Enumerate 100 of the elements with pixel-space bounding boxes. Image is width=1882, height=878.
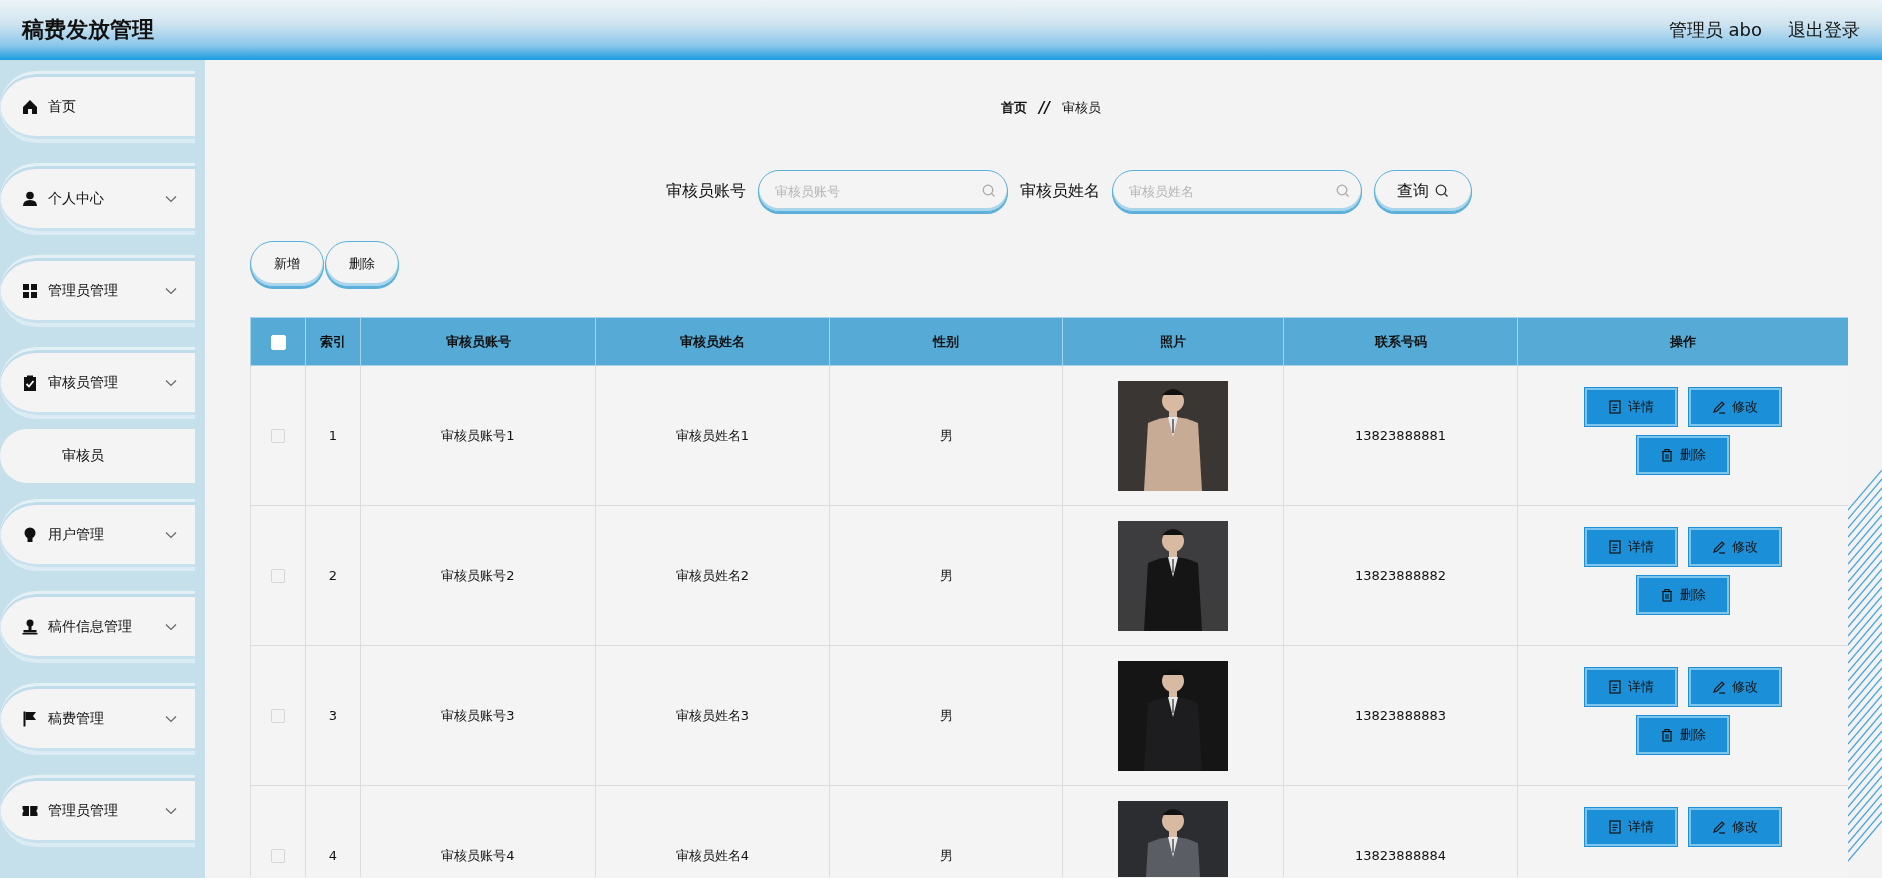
document-icon [1608, 680, 1622, 694]
user-icon [22, 190, 38, 207]
flag-icon [22, 710, 38, 727]
stamp-icon [22, 618, 38, 635]
chevron-down-icon [165, 194, 177, 203]
chevron-down-icon [165, 806, 177, 815]
menu-label: 稿费管理 [48, 709, 105, 728]
chevron-down-icon [165, 378, 177, 387]
table-cell: 3 [328, 708, 338, 723]
menu-item[interactable]: 审核员管理 [0, 347, 195, 419]
column-header: 索引 [305, 317, 361, 366]
trash-icon [1660, 448, 1674, 462]
menu-item[interactable]: 稿件信息管理 [0, 591, 195, 663]
menu-label: 审核员管理 [48, 373, 119, 392]
search-button[interactable]: 查询 [1374, 170, 1472, 212]
action-button[interactable]: 修改 [1689, 528, 1781, 566]
action-button[interactable]: 删除 [1637, 576, 1729, 614]
search-field[interactable]: 审核员姓名 [1112, 170, 1362, 212]
action-button[interactable]: 修改 [1689, 808, 1781, 846]
select-all-checkbox[interactable] [270, 334, 286, 350]
row-checkbox[interactable] [271, 709, 285, 724]
breadcrumb-item[interactable]: 首页 [1001, 99, 1027, 117]
action-button[interactable]: 删除 [1637, 436, 1729, 474]
menu-label: 首页 [48, 97, 77, 116]
action-button[interactable]: 修改 [1689, 388, 1781, 426]
table-cell: 审核员账号3 [441, 707, 515, 723]
table-cell: 2 [328, 568, 338, 583]
search-icon [982, 184, 996, 198]
table-cell: 1 [328, 428, 338, 443]
menu-label: 用户管理 [48, 525, 105, 544]
table-cell: 审核员账号4 [441, 847, 515, 863]
column-header: 照片 [1062, 317, 1284, 366]
field-label: 审核员账号 [666, 180, 746, 202]
table-cell: 13823888884 [1355, 848, 1446, 863]
menu-label: 个人中心 [48, 189, 105, 208]
trash-icon [1660, 728, 1674, 742]
menu-item[interactable]: 个人中心 [0, 163, 195, 235]
table-cell: 审核员姓名1 [675, 427, 750, 443]
table-cell: 审核员姓名4 [675, 847, 750, 863]
document-icon [1608, 400, 1622, 414]
column-header: 操作 [1517, 317, 1848, 366]
column-header: 联系号码 [1283, 317, 1518, 366]
search-icon [1336, 184, 1350, 198]
table-cell: 审核员姓名3 [675, 707, 750, 723]
table-cell: 13823888883 [1355, 708, 1446, 723]
search-field[interactable]: 审核员账号 [758, 170, 1008, 212]
field-label: 审核员姓名 [1020, 180, 1100, 202]
table-cell: 男 [939, 567, 953, 583]
menu-label: 管理员管理 [48, 281, 119, 300]
toolbar-button[interactable]: 删除 [325, 241, 399, 287]
document-icon [1608, 540, 1622, 554]
table-cell: 审核员账号1 [441, 427, 515, 443]
column-header: 审核员姓名 [595, 317, 830, 366]
breadcrumb-item: 审核员 [1062, 99, 1101, 117]
menu-item[interactable]: 用户管理 [0, 499, 195, 571]
clipboard-check-icon [22, 374, 38, 391]
toolbar-button[interactable]: 新增 [250, 241, 324, 287]
row-checkbox[interactable] [271, 429, 285, 444]
search-icon [1435, 184, 1449, 198]
table-cell: 男 [939, 847, 953, 863]
pencil-icon [1712, 540, 1726, 554]
menu-label: 管理员管理 [48, 801, 119, 820]
table-cell: 13823888881 [1355, 428, 1446, 443]
column-header: 审核员账号 [360, 317, 596, 366]
bulb-icon [22, 526, 38, 543]
menu-label: 稿件信息管理 [48, 617, 133, 636]
document-icon [1608, 820, 1622, 834]
home-icon [22, 98, 38, 115]
user-name: 管理员 abo [1668, 18, 1762, 42]
menu-item[interactable]: 首页 [0, 71, 195, 143]
menu-item[interactable]: 管理员管理 [0, 775, 195, 847]
table-cell: 审核员姓名2 [675, 567, 750, 583]
chevron-down-icon [165, 714, 177, 723]
chevron-down-icon [165, 622, 177, 631]
pencil-icon [1712, 680, 1726, 694]
action-button[interactable]: 详情 [1585, 528, 1677, 566]
table-cell: 13823888882 [1355, 568, 1446, 583]
action-button[interactable]: 详情 [1585, 668, 1677, 706]
chevron-down-icon [165, 286, 177, 295]
row-checkbox[interactable] [271, 849, 285, 864]
action-button[interactable]: 修改 [1689, 668, 1781, 706]
action-button[interactable]: 详情 [1585, 808, 1677, 846]
menu-item[interactable]: 稿费管理 [0, 683, 195, 755]
table-cell: 男 [939, 707, 953, 723]
breadcrumb-separator: // [1039, 99, 1050, 117]
logout-link[interactable]: 退出登录 [1788, 18, 1860, 42]
column-header: 性别 [829, 317, 1063, 366]
action-button[interactable]: 详情 [1585, 388, 1677, 426]
table-cell: 男 [939, 427, 953, 443]
pencil-icon [1712, 820, 1726, 834]
action-button[interactable]: 删除 [1637, 716, 1729, 754]
chevron-down-icon [165, 530, 177, 539]
menu-item[interactable]: 管理员管理 [0, 255, 195, 327]
submenu-item[interactable]: 审核员 [0, 429, 195, 483]
table-cell: 4 [328, 848, 338, 863]
grid-icon [22, 282, 38, 299]
trash-icon [1660, 588, 1674, 602]
table-cell: 审核员账号2 [441, 567, 515, 583]
row-checkbox[interactable] [271, 569, 285, 584]
app-title: 稿费发放管理 [22, 16, 154, 44]
